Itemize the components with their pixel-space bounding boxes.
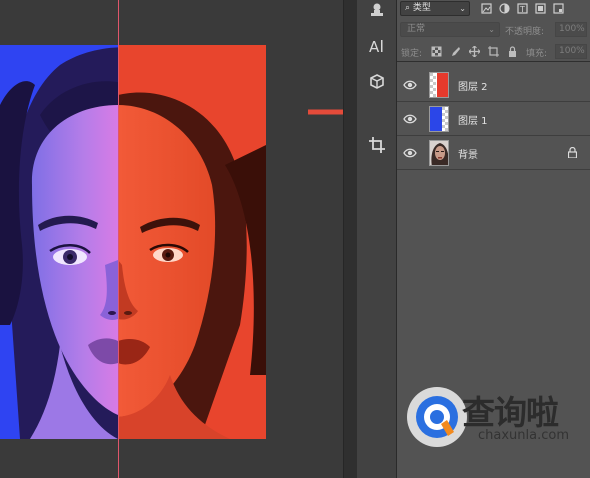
- layer-thumbnail: [429, 140, 449, 166]
- layer-row-layer-1[interactable]: 图层 1: [397, 102, 590, 136]
- blend-mode-label: 正常: [407, 24, 426, 34]
- document-canvas[interactable]: [0, 0, 343, 478]
- 3d-icon[interactable]: [365, 70, 389, 94]
- fill-input[interactable]: 100%: [555, 44, 587, 59]
- layer-name: 图层 1: [458, 116, 488, 127]
- canvas-image[interactable]: [0, 45, 266, 439]
- svg-text:T: T: [519, 5, 525, 14]
- svg-text:A: A: [369, 38, 380, 55]
- crop-icon[interactable]: [365, 133, 389, 157]
- filter-pixel-icon[interactable]: [481, 3, 492, 14]
- panel-tool-strip: A: [357, 0, 397, 478]
- blend-mode-select[interactable]: 正常 ⌄: [400, 22, 500, 37]
- layer-thumbnail: [429, 72, 449, 98]
- filter-kind-select[interactable]: ⌕ 类型 ⌄: [400, 1, 470, 16]
- guide-line[interactable]: [118, 0, 119, 478]
- lock-position-icon[interactable]: [469, 46, 480, 57]
- opacity-label: 不透明度:: [505, 27, 545, 37]
- filter-adjustment-icon[interactable]: [499, 3, 510, 14]
- layer-row-layer-2[interactable]: 图层 2: [397, 68, 590, 102]
- eye-icon[interactable]: [403, 114, 417, 124]
- layer-name: 背景: [458, 150, 478, 161]
- blend-row: 正常 ⌄ 不透明度: 100%: [397, 20, 590, 40]
- fill-label: 填充:: [526, 49, 548, 59]
- layer-thumbnail: [429, 106, 449, 132]
- layer-row-background[interactable]: 背景: [397, 136, 590, 170]
- watermark: 查询啦 chaxunla.com: [404, 384, 590, 456]
- chevron-down-icon: ⌄: [459, 4, 466, 13]
- lock-label: 锁定:: [401, 49, 423, 59]
- layer-filter-row: ⌕ 类型 ⌄ T: [397, 0, 590, 20]
- panel-gutter: [343, 0, 357, 478]
- watermark-subtitle: chaxunla.com: [478, 428, 569, 443]
- lock-all-icon[interactable]: [507, 46, 518, 57]
- lock-row: 锁定: 填充: 100%: [397, 42, 590, 62]
- filter-smart-object-icon[interactable]: [553, 3, 564, 14]
- eye-icon[interactable]: [403, 80, 417, 90]
- filter-type-icon[interactable]: T: [517, 3, 528, 14]
- lock-artboard-icon[interactable]: [488, 46, 499, 57]
- filter-kind-label: 类型: [412, 3, 431, 13]
- eye-icon[interactable]: [403, 148, 417, 158]
- chevron-down-icon: ⌄: [488, 25, 495, 34]
- lock-pixels-icon[interactable]: [450, 46, 461, 57]
- character-icon[interactable]: A: [365, 34, 389, 58]
- watermark-title: 查询啦: [462, 393, 559, 432]
- stamp-icon[interactable]: [365, 0, 389, 22]
- lock-transparent-icon[interactable]: [431, 46, 442, 57]
- opacity-input[interactable]: 100%: [555, 22, 587, 37]
- search-icon: ⌕: [405, 3, 411, 13]
- portrait-image: [0, 45, 266, 439]
- filter-shape-icon[interactable]: [535, 3, 546, 14]
- layer-name: 图层 2: [458, 82, 488, 93]
- lock-icon: [568, 147, 577, 158]
